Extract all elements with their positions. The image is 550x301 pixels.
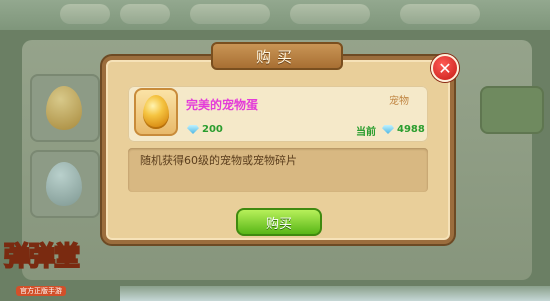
current-balance-value: 4988: [397, 124, 425, 135]
background-tab-bar: [0, 0, 550, 30]
current-balance-label: 当前: [356, 127, 376, 138]
diamond-icon: [187, 125, 199, 134]
logo-title: 弹弹堂: [3, 241, 81, 273]
egg-icon: [46, 86, 82, 130]
background-tab: [400, 4, 480, 24]
background-tab: [120, 4, 170, 24]
current-balance: 4988: [382, 124, 425, 135]
background-tab: [60, 4, 110, 24]
diamond-icon: [382, 125, 394, 134]
item-description: 随机获得60级的宠物或宠物碎片: [140, 154, 297, 167]
bottom-decoration: [120, 286, 550, 301]
buy-button[interactable]: 购买: [236, 208, 322, 236]
dialog-title: 购买: [211, 42, 343, 70]
close-icon: ✕: [438, 58, 452, 78]
golden-egg-icon: [143, 95, 169, 129]
background-side-button: [480, 86, 544, 134]
logo-subtitle: 官方正版手游: [16, 286, 66, 296]
egg-icon: [46, 162, 82, 206]
background-tab: [190, 4, 270, 24]
item-icon-frame: [134, 88, 178, 136]
background-tab: [290, 4, 370, 24]
background-item-slot: [30, 74, 100, 142]
close-button[interactable]: ✕: [431, 54, 459, 82]
item-type: 宠物: [389, 96, 409, 107]
price-value: 200: [202, 124, 223, 135]
item-price: 200: [187, 124, 223, 135]
item-name: 完美的宠物蛋: [186, 98, 259, 112]
background-item-slot: [30, 150, 100, 218]
